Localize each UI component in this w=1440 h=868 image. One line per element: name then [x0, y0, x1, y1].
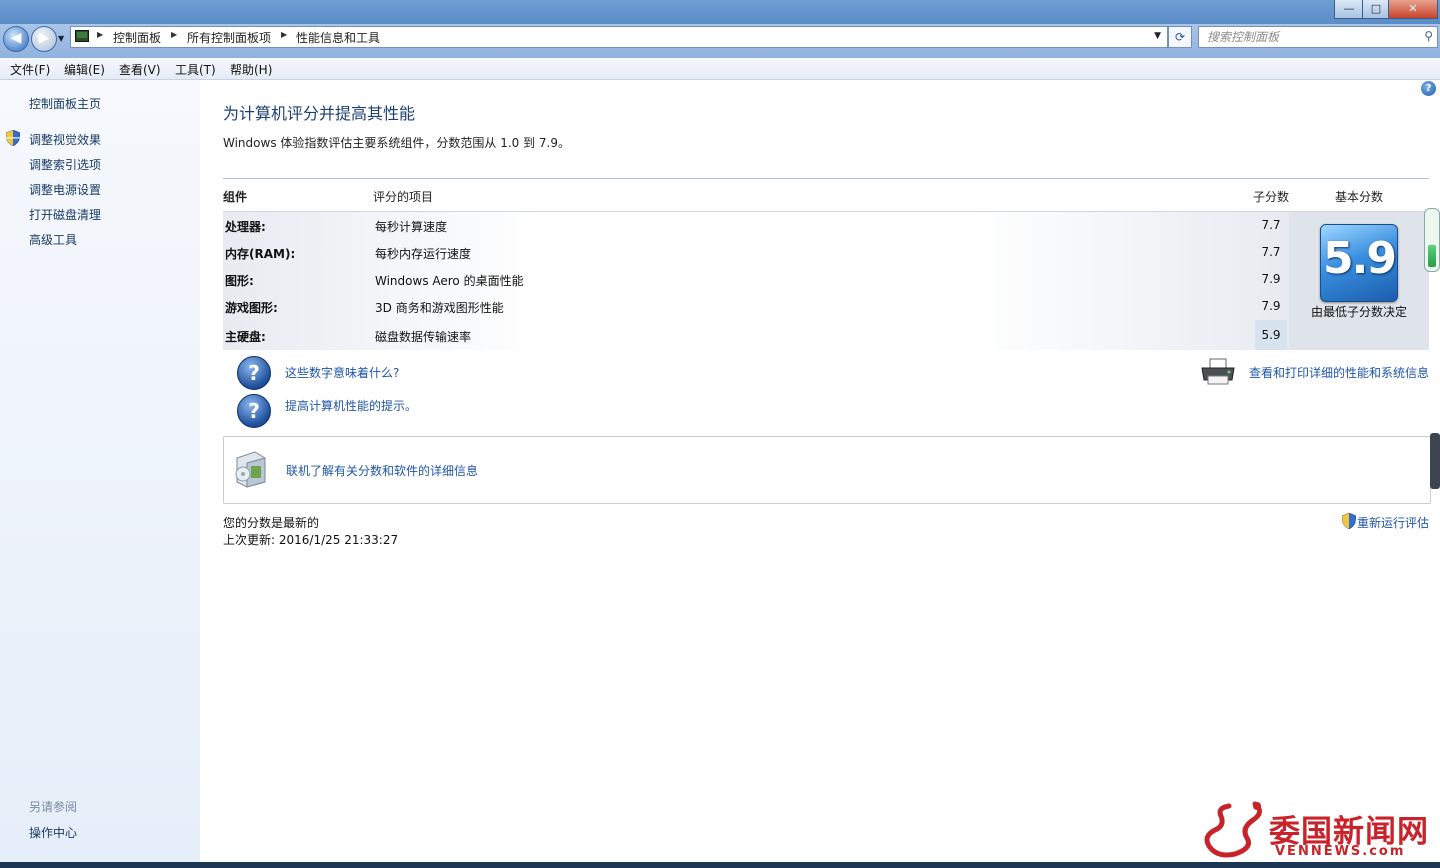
table-row: 内存(RAM): 每秒内存运行速度 7.7 — [223, 239, 1289, 266]
breadcrumb-performance[interactable]: 性能信息和工具 — [296, 29, 380, 46]
minimize-button[interactable]: — — [1334, 0, 1364, 19]
recent-pages-dropdown-icon[interactable]: ▼ — [58, 34, 64, 43]
back-arrow-icon: ◀ — [10, 30, 22, 46]
breadcrumb-separator-icon[interactable]: ▶ — [281, 30, 287, 39]
page-title: 为计算机评分并提高其性能 — [223, 104, 416, 123]
menu-edit[interactable]: 编辑(E) — [64, 61, 105, 78]
row-rated-item: 3D 商务和游戏图形性能 — [375, 301, 504, 315]
row-component: 处理器: — [225, 220, 266, 234]
row-subscore: 7.9 — [1261, 272, 1281, 286]
row-rated-item: 磁盘数据传输速率 — [375, 330, 472, 344]
header-component: 组件 — [223, 190, 248, 204]
address-bar[interactable]: ▶ 控制面板 ▶ 所有控制面板项 ▶ 性能信息和工具 ▼ — [70, 26, 1168, 48]
breadcrumb-separator-icon[interactable]: ▶ — [171, 30, 177, 39]
site-watermark: 委国新闻网 VENNEWS.com — [1195, 798, 1440, 862]
score-status: 您的分数是最新的 — [223, 516, 320, 530]
see-also-heading: 另请参阅 — [29, 800, 78, 814]
watermark-url: VENNEWS.com — [1275, 844, 1406, 859]
row-component: 内存(RAM): — [225, 247, 296, 261]
table-row: 游戏图形: 3D 商务和游戏图形性能 7.9 — [223, 293, 1289, 320]
control-panel-icon — [75, 30, 89, 42]
row-subscore-lowest: 5.9 — [1255, 320, 1287, 350]
side-scroll-handle[interactable] — [1430, 433, 1440, 489]
link-performance-tips[interactable]: 提高计算机性能的提示。 — [285, 397, 417, 414]
row-subscore: 7.9 — [1261, 299, 1281, 313]
uac-shield-icon — [1342, 513, 1356, 529]
taskbar — [0, 862, 1440, 868]
nav-control-panel-home[interactable]: 控制面板主页 — [29, 95, 101, 112]
nav-adjust-power[interactable]: 调整电源设置 — [29, 181, 101, 198]
header-rated-item: 评分的项目 — [373, 190, 434, 204]
link-print-details[interactable]: 查看和打印详细的性能和系统信息 — [1249, 364, 1429, 381]
printer-icon[interactable] — [1200, 358, 1236, 386]
forward-button[interactable]: ▶ — [31, 26, 57, 52]
dragon-logo-icon — [1204, 801, 1262, 858]
refresh-icon: ⟳ — [1174, 30, 1186, 44]
breadcrumb-all-items[interactable]: 所有控制面板项 — [187, 29, 271, 46]
menu-bar: 文件(F) 编辑(E) 查看(V) 工具(T) 帮助(H) — [0, 58, 1440, 80]
table-row: 图形: Windows Aero 的桌面性能 7.9 — [223, 266, 1289, 293]
last-update-time: 上次更新: 2016/1/25 21:33:27 — [223, 533, 399, 547]
header-base-score: 基本分数 — [1335, 190, 1384, 204]
address-dropdown-icon[interactable]: ▼ — [1154, 31, 1161, 41]
menu-view[interactable]: 查看(V) — [119, 61, 161, 78]
base-score-value: 5.9 — [1323, 233, 1397, 284]
menu-file[interactable]: 文件(F) — [10, 61, 50, 78]
title-bar: — □ ✕ — [0, 0, 1440, 24]
search-box[interactable]: ⚲ — [1198, 26, 1438, 48]
nav-adjust-visual-effects[interactable]: 调整视觉效果 — [29, 131, 101, 148]
rerun-assessment-link[interactable]: 重新运行评估 — [1357, 514, 1429, 531]
row-rated-item: Windows Aero 的桌面性能 — [375, 274, 524, 288]
maximize-button[interactable]: □ — [1362, 0, 1390, 19]
row-rated-item: 每秒内存运行速度 — [375, 247, 472, 261]
row-component: 游戏图形: — [225, 301, 278, 315]
close-button[interactable]: ✕ — [1388, 0, 1438, 19]
forward-arrow-icon: ▶ — [38, 30, 50, 46]
link-what-numbers-mean[interactable]: 这些数字意味着什么? — [285, 364, 399, 381]
refresh-button[interactable]: ⟳ — [1168, 26, 1192, 48]
row-component: 图形: — [225, 274, 254, 288]
table-row: 处理器: 每秒计算速度 7.7 — [223, 212, 1289, 239]
base-score-cell: 5.9 由最低子分数决定 — [1289, 212, 1429, 350]
breadcrumb-control-panel[interactable]: 控制面板 — [113, 29, 161, 46]
search-icon[interactable]: ⚲ — [1424, 29, 1433, 43]
menu-tools[interactable]: 工具(T) — [175, 61, 216, 78]
row-rated-item: 每秒计算速度 — [375, 220, 448, 234]
side-gauge-icon — [1424, 208, 1440, 272]
row-component: 主硬盘: — [225, 330, 266, 344]
link-online-info[interactable]: 联机了解有关分数和软件的详细信息 — [286, 462, 478, 479]
back-button[interactable]: ◀ — [3, 26, 29, 52]
base-score-badge: 5.9 — [1320, 224, 1398, 302]
breadcrumb-separator-icon[interactable]: ▶ — [97, 30, 103, 39]
row-subscore: 7.7 — [1261, 218, 1281, 232]
table-row: 主硬盘: 磁盘数据传输速率 5.9 — [223, 320, 1289, 350]
header-subscore: 子分数 — [1253, 190, 1290, 204]
help-question-icon[interactable]: ? — [237, 356, 271, 390]
uac-shield-icon — [6, 130, 20, 146]
score-table: 组件 评分的项目 子分数 基本分数 处理器: 每秒计算速度 7.7 内存(RAM… — [223, 178, 1429, 350]
base-score-caption: 由最低子分数决定 — [1310, 305, 1407, 319]
score-table-header: 组件 评分的项目 子分数 基本分数 — [223, 179, 1429, 212]
help-question-icon[interactable]: ? — [237, 394, 271, 428]
row-subscore: 7.7 — [1261, 245, 1281, 259]
nav-adjust-indexing[interactable]: 调整索引选项 — [29, 156, 101, 173]
search-input[interactable] — [1205, 27, 1409, 47]
page-description: Windows 体验指数评估主要系统组件，分数范围从 1.0 到 7.9。 — [223, 136, 570, 150]
software-box-icon — [235, 451, 266, 488]
nav-disk-cleanup[interactable]: 打开磁盘清理 — [29, 206, 101, 223]
menu-help[interactable]: 帮助(H) — [230, 61, 272, 78]
nav-advanced-tools[interactable]: 高级工具 — [29, 231, 77, 248]
help-icon[interactable]: ? — [1421, 81, 1436, 96]
nav-action-center[interactable]: 操作中心 — [29, 824, 77, 841]
score-table-body: 处理器: 每秒计算速度 7.7 内存(RAM): 每秒内存运行速度 7.7 图形… — [223, 212, 1289, 350]
